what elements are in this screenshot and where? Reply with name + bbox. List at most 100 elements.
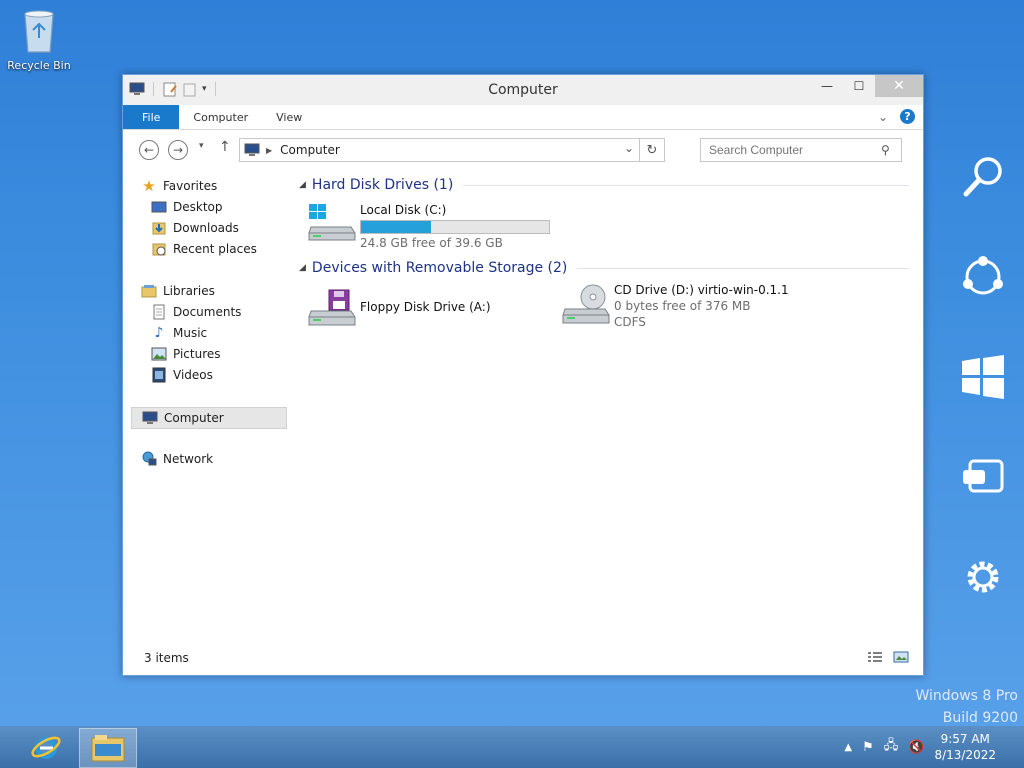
computer-small-icon	[244, 143, 260, 156]
tab-computer[interactable]: Computer	[179, 105, 262, 129]
address-path: Computer	[280, 143, 340, 157]
ribbon-right: ⌄ ?	[878, 109, 915, 124]
desktop-icon	[151, 199, 167, 215]
sidebar-item-label: Downloads	[173, 221, 239, 235]
file-explorer-button[interactable]	[79, 728, 137, 768]
show-hidden-icons-icon[interactable]: ▲	[844, 742, 852, 753]
documents-icon	[151, 304, 167, 320]
drive-cd-d[interactable]: CD Drive (D:) virtio-win-0.1.1 0 bytes f…	[561, 283, 789, 329]
hard-drive-windows-icon	[308, 204, 356, 241]
sidebar-item-desktop[interactable]: Desktop	[151, 197, 311, 217]
collapse-icon[interactable]: ◢	[299, 180, 306, 190]
minimize-button[interactable]: —	[811, 75, 843, 97]
explorer-window: ▾ Computer — ☐ ✕ File Computer View ⌄ ? …	[122, 74, 924, 676]
maximize-button[interactable]: ☐	[843, 75, 875, 97]
search-box: ⚲	[700, 138, 902, 162]
sidebar-item-label: Videos	[173, 368, 213, 382]
navigation-bar: ← → ▾ ↑ ▶ Computer ⌄ ↻ ⚲	[123, 130, 923, 166]
sidebar-item-label: Music	[173, 326, 208, 340]
tiles-view-icon[interactable]	[893, 651, 909, 663]
view-toggle	[867, 651, 909, 663]
status-bar: 3 items	[123, 643, 923, 675]
drive-free-space: 0 bytes free of 376 MB	[614, 299, 751, 313]
start-charm[interactable]	[956, 350, 1010, 404]
drive-local-disk-c[interactable]: Local Disk (C:) 24.8 GB free of 39.6 GB	[307, 203, 550, 250]
sidebar-item-downloads[interactable]: Downloads	[151, 218, 311, 238]
sidebar-item-recent-places[interactable]: Recent places	[151, 239, 311, 259]
title-bar: ▾ Computer — ☐ ✕	[123, 75, 923, 105]
videos-icon	[151, 367, 167, 383]
floppy-drive-icon	[308, 289, 356, 326]
close-button[interactable]: ✕	[875, 75, 923, 97]
recycle-bin-icon	[24, 10, 54, 53]
drive-usage-fill	[361, 221, 432, 233]
internet-explorer-icon	[31, 736, 61, 759]
sidebar-item-label: Documents	[173, 305, 242, 319]
drive-free-space: 24.8 GB free of 39.6 GB	[360, 236, 503, 250]
search-charm-icon	[963, 157, 1002, 197]
group-header-label: Devices with Removable Storage (2)	[311, 260, 568, 276]
recent-locations-icon[interactable]: ▾	[199, 141, 204, 151]
sidebar-item-label: Favorites	[163, 179, 218, 193]
search-icon[interactable]: ⚲	[881, 143, 890, 157]
clock[interactable]: 9:57 AM 8/13/2022	[934, 731, 996, 763]
sidebar-item-network[interactable]: Network	[141, 449, 301, 469]
search-charm[interactable]	[956, 150, 1010, 204]
sidebar-item-documents[interactable]: Documents	[151, 302, 311, 322]
sidebar-item-label: Recent places	[173, 242, 257, 256]
internet-explorer-button[interactable]	[18, 728, 74, 766]
system-tray: ▲ ⚑ 🖧 🔇 9:57 AM 8/13/2022	[844, 726, 1024, 768]
tab-file[interactable]: File	[123, 105, 180, 129]
sidebar-item-favorites[interactable]: ★ Favorites	[141, 176, 301, 196]
item-count: 3 items	[144, 651, 189, 665]
address-bar[interactable]: ▶ Computer ⌄ ↻	[239, 138, 665, 162]
up-button[interactable]: ↑	[219, 139, 231, 155]
navigation-pane: ★ Favorites Desktop Downloads Recent pla…	[123, 171, 288, 641]
windows-logo-icon	[962, 355, 1004, 399]
share-charm[interactable]	[956, 250, 1010, 304]
tab-view[interactable]: View	[262, 105, 316, 129]
address-dropdown-icon[interactable]: ⌄	[624, 141, 634, 155]
gear-icon	[967, 561, 999, 593]
devices-charm[interactable]	[956, 450, 1010, 504]
details-view-icon[interactable]	[867, 651, 883, 663]
group-header-removable-storage[interactable]: ◢ Devices with Removable Storage (2)	[299, 260, 909, 276]
sidebar-item-libraries[interactable]: Libraries	[141, 281, 301, 301]
drive-name: Floppy Disk Drive (A:)	[360, 300, 491, 314]
group-header-hard-disk-drives[interactable]: ◢ Hard Disk Drives (1)	[299, 177, 909, 193]
group-header-label: Hard Disk Drives (1)	[311, 177, 454, 193]
file-explorer-icon	[91, 735, 125, 762]
star-icon: ★	[142, 177, 156, 195]
ribbon-tabs: File Computer View ⌄ ?	[123, 105, 923, 130]
sidebar-item-videos[interactable]: Videos	[151, 365, 311, 385]
expand-ribbon-icon[interactable]: ⌄	[878, 110, 888, 124]
drive-name: Local Disk (C:)	[360, 203, 447, 217]
refresh-icon[interactable]: ↻	[639, 139, 664, 161]
forward-button[interactable]: →	[168, 140, 188, 160]
drive-name: CD Drive (D:) virtio-win-0.1.1	[614, 283, 789, 297]
drive-floppy-a[interactable]: Floppy Disk Drive (A:)	[307, 289, 491, 329]
settings-charm[interactable]	[956, 550, 1010, 604]
sidebar-item-label: Network	[163, 452, 214, 466]
volume-muted-icon[interactable]: 🔇	[908, 740, 924, 755]
clock-time: 9:57 AM	[940, 732, 990, 746]
window-title: Computer	[488, 82, 558, 98]
pictures-icon	[151, 346, 167, 362]
content-pane: ◢ Hard Disk Drives (1) Local Disk (C:) 2…	[295, 171, 913, 641]
sidebar-item-pictures[interactable]: Pictures	[151, 344, 311, 364]
recycle-bin[interactable]: Recycle Bin	[6, 6, 72, 72]
downloads-icon	[151, 220, 167, 236]
back-button[interactable]: ←	[139, 140, 159, 160]
sidebar-item-music[interactable]: ♪ Music	[151, 323, 311, 343]
action-center-flag-icon[interactable]: ⚑	[862, 740, 874, 755]
breadcrumb-chevron-icon[interactable]: ▶	[266, 146, 272, 155]
sidebar-item-label: Libraries	[163, 284, 215, 298]
group-divider	[577, 267, 909, 269]
search-input[interactable]	[701, 142, 881, 158]
network-disconnected-icon[interactable]: 🖧	[884, 736, 899, 758]
help-icon[interactable]: ?	[900, 109, 915, 124]
sidebar-item-computer[interactable]: Computer	[131, 407, 287, 429]
devices-charm-icon	[963, 459, 1004, 493]
windows-version: Windows 8 Pro Build 9200	[915, 685, 1018, 729]
collapse-icon[interactable]: ◢	[299, 263, 306, 273]
